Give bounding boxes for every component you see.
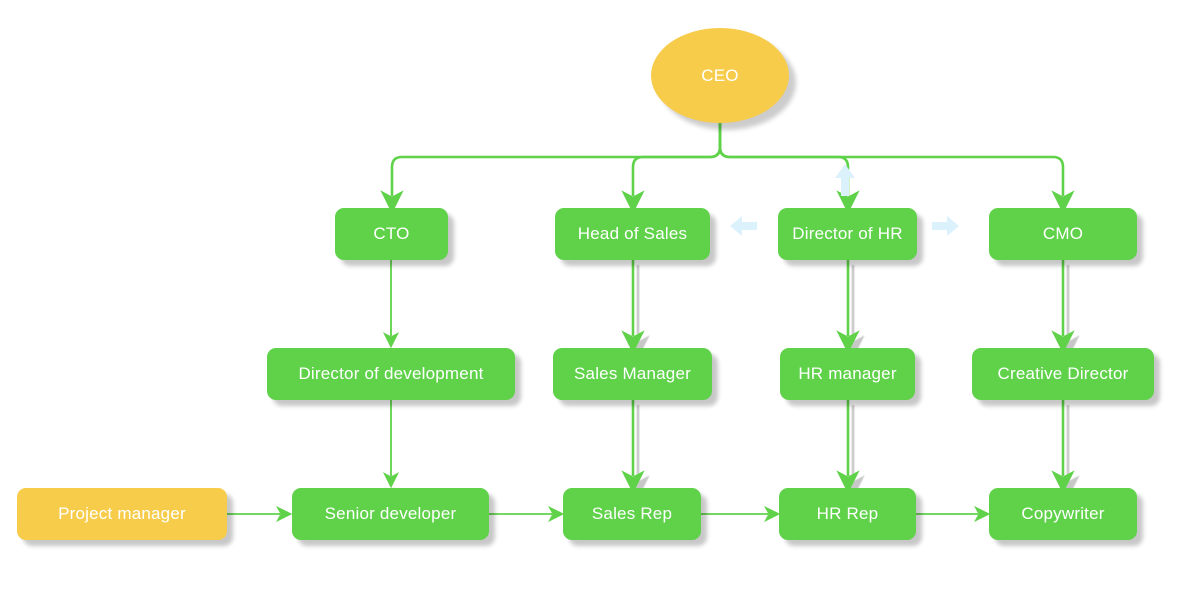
up-arrow-icon xyxy=(835,164,855,196)
node-label: Senior developer xyxy=(324,504,457,523)
edge-ceo-head-sales xyxy=(621,123,722,214)
node-sales-manager[interactable]: Sales Manager xyxy=(553,348,712,400)
node-sales-rep[interactable]: Sales Rep xyxy=(563,488,701,540)
node-head-of-sales[interactable]: Head of Sales xyxy=(555,208,710,260)
org-chart-canvas: CEO CTO Head of Sales Director of HR CMO… xyxy=(0,0,1194,607)
node-label: HR manager xyxy=(798,364,897,383)
node-cmo[interactable]: CMO xyxy=(989,208,1137,260)
node-creative-director[interactable]: Creative Director xyxy=(972,348,1154,400)
right-arrow-icon xyxy=(932,216,959,236)
node-label: HR Rep xyxy=(816,504,879,523)
node-label: Creative Director xyxy=(997,364,1129,383)
node-hr-rep[interactable]: HR Rep xyxy=(779,488,916,540)
node-director-of-development[interactable]: Director of development xyxy=(267,348,515,400)
node-label: CMO xyxy=(1042,224,1084,243)
node-label: CTO xyxy=(373,224,410,243)
edge-ceo-cto xyxy=(380,123,722,214)
node-copywriter[interactable]: Copywriter xyxy=(989,488,1137,540)
left-arrow-icon xyxy=(730,216,757,236)
node-label: Head of Sales xyxy=(577,224,688,243)
node-hr-manager[interactable]: HR manager xyxy=(780,348,915,400)
edge-ceo-director-hr xyxy=(718,123,860,214)
node-director-of-hr[interactable]: Director of HR xyxy=(778,208,917,260)
node-label: Copywriter xyxy=(1021,504,1105,523)
node-project-manager[interactable]: Project manager xyxy=(17,488,227,540)
node-label: Sales Rep xyxy=(591,504,673,523)
edge-ceo-cmo xyxy=(718,123,1075,214)
node-label: Project manager xyxy=(58,504,186,523)
node-label: Sales Manager xyxy=(574,364,691,383)
node-label: Director of HR xyxy=(792,224,903,243)
node-ceo[interactable]: CEO xyxy=(651,28,789,123)
node-label: CEO xyxy=(701,65,739,85)
node-cto[interactable]: CTO xyxy=(335,208,448,260)
edge-ceo-fanout xyxy=(380,123,1075,214)
node-label: Director of development xyxy=(298,364,484,383)
node-senior-developer[interactable]: Senior developer xyxy=(292,488,489,540)
